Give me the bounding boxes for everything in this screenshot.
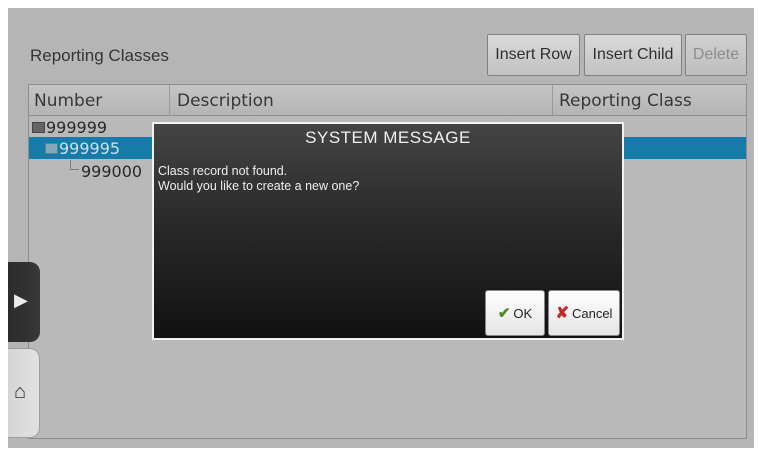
checkmark-icon: ✔ bbox=[497, 305, 511, 322]
dialog-title: SYSTEM MESSAGE bbox=[305, 128, 471, 147]
cancel-label: Cancel bbox=[571, 305, 613, 321]
ok-button[interactable]: ✔ OK bbox=[485, 290, 545, 336]
dialog-message-line: Class record not found. bbox=[158, 164, 288, 178]
cancel-button[interactable]: ✘ Cancel bbox=[548, 290, 620, 336]
x-icon: ✘ bbox=[555, 305, 569, 322]
dialog-message-line: Would you like to create a new one? bbox=[158, 179, 360, 193]
system-message-dialog: SYSTEM MESSAGE Class record not found. W… bbox=[152, 122, 624, 340]
dialog-message: Class record not found. Would you like t… bbox=[158, 164, 359, 194]
ok-label: OK bbox=[513, 305, 533, 321]
